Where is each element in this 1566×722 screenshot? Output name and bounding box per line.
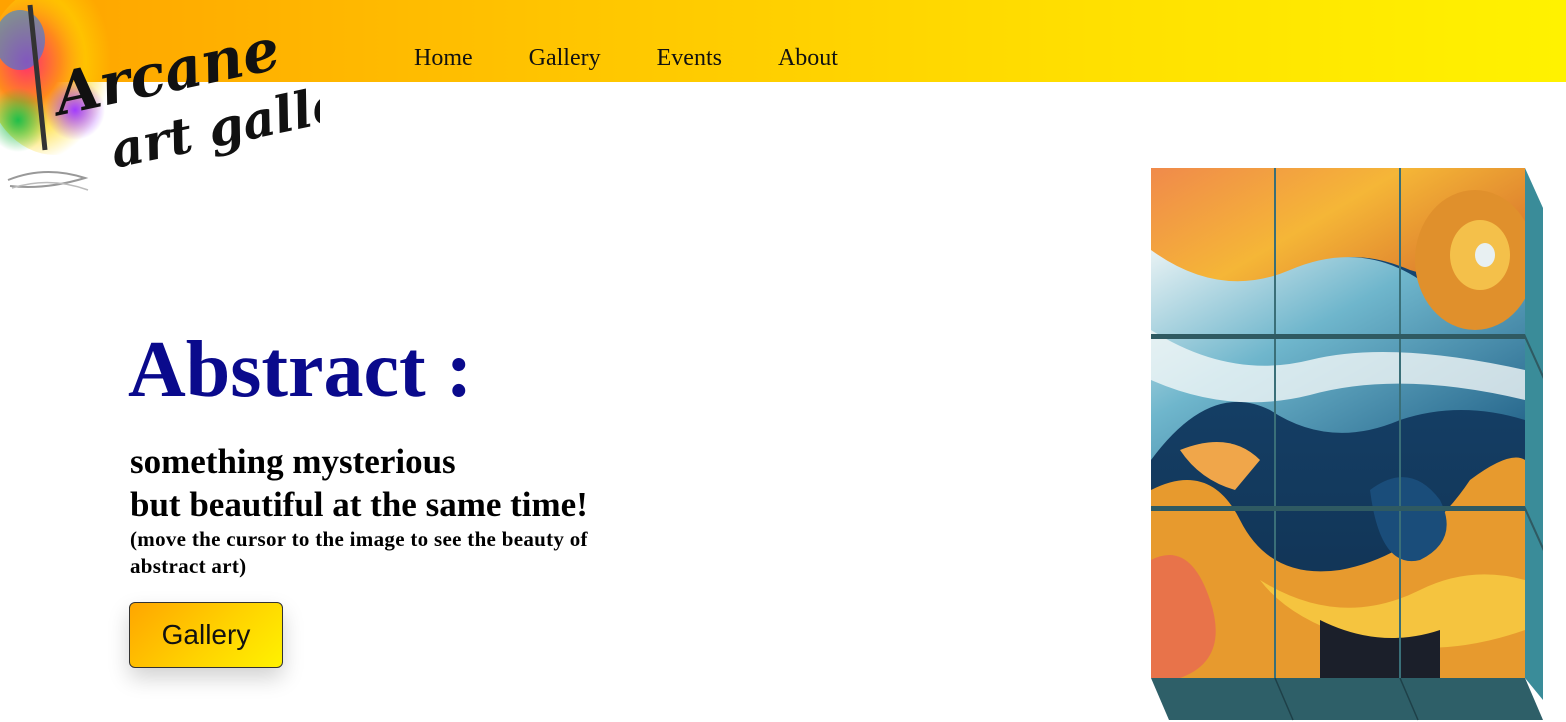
main-nav: Home Gallery Events About [414,44,894,72]
hero-title: Abstract : [128,326,473,414]
gallery-button[interactable]: Gallery [129,602,283,668]
logo-image[interactable]: Arcane art gallery [0,0,320,200]
nav-gallery-link[interactable]: Gallery [529,44,601,72]
hero-hint-text: (move the cursor to the image to see the… [130,527,588,578]
hero-subtitle-line2: but beautiful at the same time! [130,485,588,524]
nav-about-link[interactable]: About [778,44,838,72]
hero-subtitle: something mysterious but beautiful at th… [130,440,588,526]
nav-home-link[interactable]: Home [414,44,473,72]
abstract-art-image[interactable] [1140,160,1566,722]
hero-subtitle-line1: something mysterious [130,442,456,481]
nav-events-link[interactable]: Events [657,44,722,72]
